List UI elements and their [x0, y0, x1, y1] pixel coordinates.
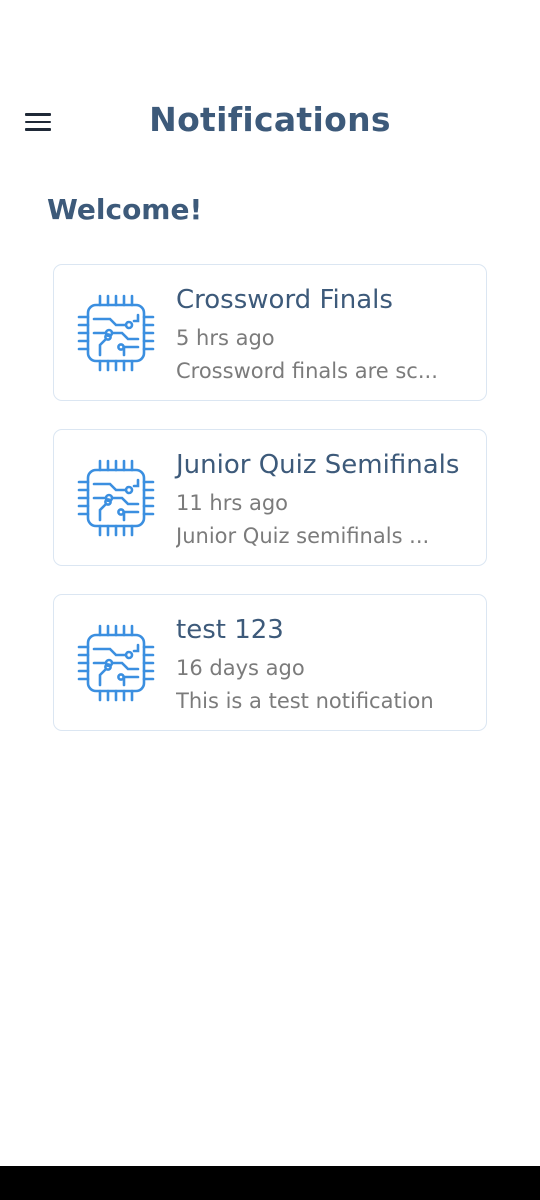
circuit-chip-icon [77, 624, 155, 701]
notification-card[interactable]: test 123 16 days ago This is a test noti… [53, 594, 487, 731]
notification-timestamp: 16 days ago [176, 656, 305, 680]
notification-content: Crossword Finals 5 hrs ago Crossword fin… [176, 265, 466, 400]
notification-card[interactable]: Junior Quiz Semifinals 11 hrs ago Junior… [53, 429, 487, 566]
system-navigation-bar [0, 1166, 540, 1200]
notification-timestamp: 5 hrs ago [176, 326, 275, 350]
notifications-screen: Notifications Welcome! Crossword Finals … [0, 0, 540, 1200]
notification-title: Junior Quiz Semifinals [176, 450, 460, 480]
circuit-chip-icon [77, 294, 155, 371]
app-bar: Notifications [0, 90, 540, 156]
notification-title: Crossword Finals [176, 285, 393, 315]
notification-content: Junior Quiz Semifinals 11 hrs ago Junior… [176, 430, 466, 565]
notification-card[interactable]: Crossword Finals 5 hrs ago Crossword fin… [53, 264, 487, 401]
welcome-heading: Welcome! [47, 193, 203, 226]
page-title: Notifications [149, 100, 391, 139]
notification-title: test 123 [176, 615, 284, 645]
notification-preview: Crossword finals are sc... [176, 359, 438, 383]
notification-timestamp: 11 hrs ago [176, 491, 289, 515]
circuit-chip-icon [77, 459, 155, 536]
notification-content: test 123 16 days ago This is a test noti… [176, 595, 466, 730]
notification-preview: This is a test notification [176, 689, 434, 713]
notification-preview: Junior Quiz semifinals ... [176, 524, 430, 548]
notification-list: Crossword Finals 5 hrs ago Crossword fin… [53, 264, 487, 759]
